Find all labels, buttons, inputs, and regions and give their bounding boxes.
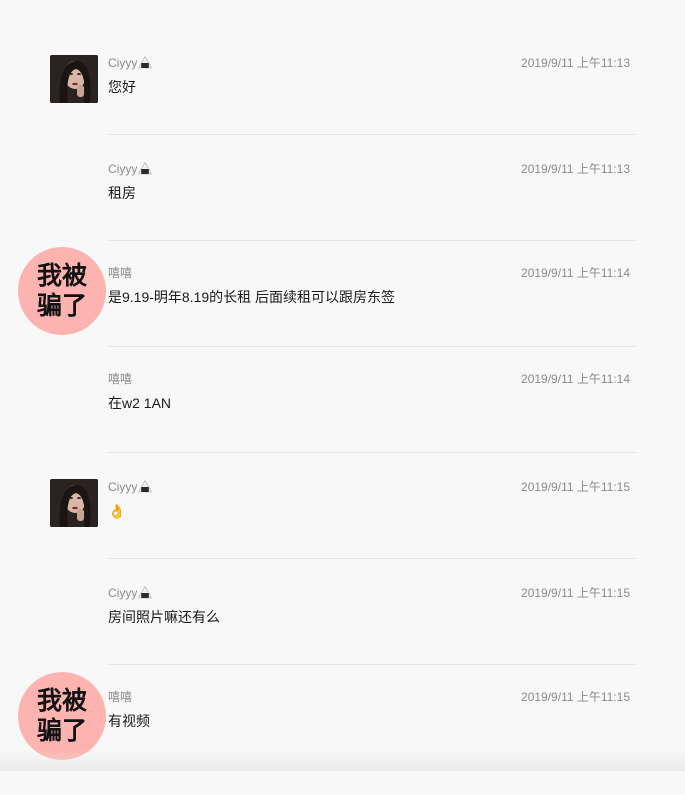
message-text: 是9.19-明年8.19的长租 后面续租可以跟房东签 bbox=[108, 289, 396, 305]
scam-warning-stamp: 我被骗了 bbox=[18, 672, 106, 760]
scroll-fade bbox=[0, 749, 685, 771]
message-text: 有视频 bbox=[108, 713, 150, 729]
sender-name: Ciyyy bbox=[108, 585, 153, 601]
message-timestamp: 2019/9/11 上午11:13 bbox=[521, 56, 630, 70]
avatar[interactable] bbox=[50, 55, 98, 103]
message-timestamp: 2019/9/11 上午11:15 bbox=[521, 480, 630, 494]
rice-ball-icon bbox=[138, 162, 153, 175]
divider bbox=[108, 134, 636, 135]
avatar[interactable] bbox=[50, 479, 98, 527]
sender-name: Ciyyy bbox=[108, 161, 153, 177]
sender-name: 嘻嘻 bbox=[108, 266, 133, 280]
message-item: Ciyyy 2019/9/11 上午11:15 👌 bbox=[0, 479, 685, 585]
message-timestamp: 2019/9/11 上午11:15 bbox=[521, 690, 630, 704]
rice-ball-icon bbox=[138, 586, 153, 599]
message-text: 👌 bbox=[108, 503, 126, 519]
sender-name: 嘻嘻 bbox=[108, 690, 133, 704]
message-item: 嘻嘻 2019/9/11 上午11:14 在w2 1AN bbox=[0, 371, 685, 477]
message-text: 您好 bbox=[108, 79, 136, 95]
rice-ball-icon bbox=[138, 480, 153, 493]
divider bbox=[108, 558, 636, 559]
divider bbox=[108, 664, 636, 665]
message-text: 在w2 1AN bbox=[108, 395, 172, 411]
sender-name: 嘻嘻 bbox=[108, 372, 133, 386]
divider bbox=[108, 240, 636, 241]
message-timestamp: 2019/9/11 上午11:14 bbox=[521, 372, 630, 386]
stamp-text: 我被骗了 bbox=[36, 686, 87, 745]
divider bbox=[108, 452, 636, 453]
message-item: Ciyyy 2019/9/11 上午11:13 租房 bbox=[0, 161, 685, 267]
sender-name: Ciyyy bbox=[108, 479, 153, 495]
stamp-text: 我被骗了 bbox=[36, 261, 87, 320]
message-text: 租房 bbox=[108, 185, 136, 201]
sender-name: Ciyyy bbox=[108, 55, 153, 71]
scam-warning-stamp: 我被骗了 bbox=[18, 247, 106, 335]
message-timestamp: 2019/9/11 上午11:15 bbox=[521, 586, 630, 600]
message-text: 房间照片嘛还有么 bbox=[108, 609, 220, 625]
chat-history[interactable]: Ciyyy 2019/9/11 上午11:13 您好 Ciyyy 2019/9/… bbox=[0, 0, 685, 771]
message-item: Ciyyy 2019/9/11 上午11:13 您好 bbox=[0, 55, 685, 161]
divider bbox=[108, 346, 636, 347]
rice-ball-icon bbox=[138, 56, 153, 69]
message-timestamp: 2019/9/11 上午11:14 bbox=[521, 266, 630, 280]
message-timestamp: 2019/9/11 上午11:13 bbox=[521, 162, 630, 176]
message-item: Ciyyy 2019/9/11 上午11:15 房间照片嘛还有么 bbox=[0, 585, 685, 691]
